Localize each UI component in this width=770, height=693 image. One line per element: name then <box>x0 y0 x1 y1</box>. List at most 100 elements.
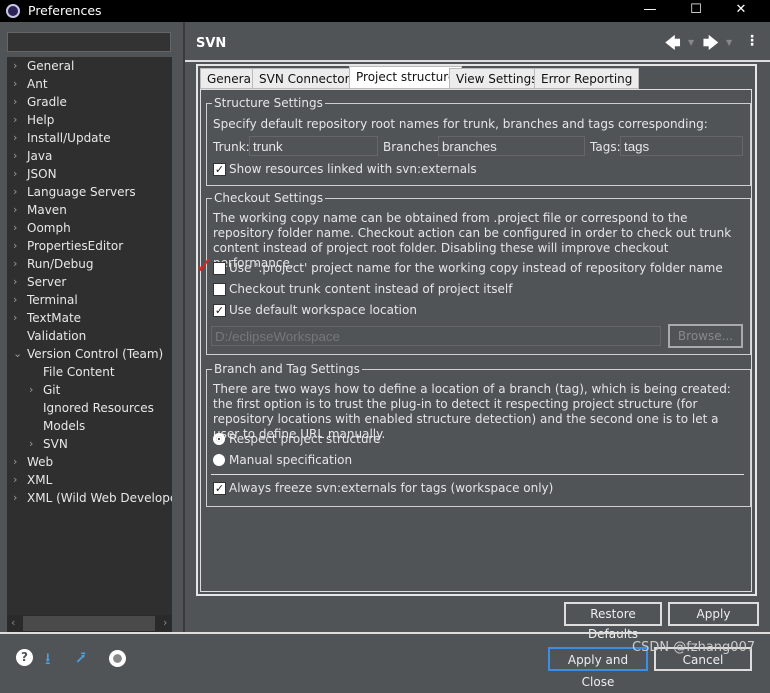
record-icon[interactable] <box>109 650 126 667</box>
scrollbar-thumb[interactable] <box>23 616 155 631</box>
checkout-trunk-checkbox[interactable] <box>213 283 226 296</box>
tree-item[interactable]: ⌄ Version Control (Team) <box>13 345 163 363</box>
chevron-right-icon[interactable]: › <box>13 129 17 147</box>
watermark: CSDN @fzhang007 <box>632 640 756 655</box>
tree-item-label: Web <box>27 455 54 469</box>
tab-svn-connector[interactable]: SVN Connector <box>252 68 357 89</box>
use-project-name-checkbox[interactable] <box>213 262 226 275</box>
sash-divider[interactable] <box>183 22 185 632</box>
export-icon[interactable]: ⭷ <box>76 648 86 675</box>
browse-button[interactable]: Browse... <box>668 324 743 348</box>
branches-input[interactable] <box>438 136 585 156</box>
trunk-input[interactable] <box>249 136 378 156</box>
chevron-right-icon[interactable]: › <box>13 201 17 219</box>
default-workspace-checkbox[interactable]: ✓ <box>213 304 226 317</box>
chevron-right-icon[interactable]: › <box>13 291 17 309</box>
arrow-left-icon[interactable]: 🡄 <box>665 33 681 58</box>
tree-item[interactable]: › Ant <box>13 75 48 93</box>
forward-dropdown-icon[interactable]: ▼ <box>726 38 732 47</box>
chevron-right-icon[interactable]: › <box>13 489 17 507</box>
tree-item-label: Maven <box>27 203 67 217</box>
tree-item-label: Ant <box>27 77 48 91</box>
scroll-right-icon[interactable]: › <box>163 616 167 629</box>
chevron-right-icon[interactable]: › <box>13 183 17 201</box>
annotation-checkmark: ✓ <box>195 254 214 279</box>
tree-item[interactable]: › XML (Wild Web Developer) <box>13 489 172 507</box>
tab-project-structure[interactable]: Project structure <box>349 66 463 89</box>
filter-input[interactable] <box>7 32 171 52</box>
freeze-externals-label: Always freeze svn:externals for tags (wo… <box>229 481 554 495</box>
chevron-right-icon[interactable]: › <box>13 309 17 327</box>
tags-input[interactable] <box>620 136 743 156</box>
tree-item[interactable]: › Java <box>13 147 52 165</box>
show-externals-checkbox[interactable]: ✓ <box>213 163 226 176</box>
restore-defaults-button[interactable]: Restore Defaults <box>564 602 662 641</box>
workspace-location-input[interactable] <box>211 326 661 346</box>
maximize-button[interactable]: ☐ <box>673 0 719 22</box>
separator <box>211 474 744 475</box>
tree-item[interactable]: › Maven <box>13 201 67 219</box>
apply-button[interactable]: Apply <box>668 602 759 626</box>
tree-item[interactable]: › Run/Debug <box>13 255 94 273</box>
minimize-button[interactable]: — <box>627 0 673 22</box>
chevron-right-icon[interactable]: › <box>13 57 17 75</box>
tree-item-label: SVN <box>43 437 68 451</box>
scroll-left-icon[interactable]: ‹ <box>11 616 15 629</box>
chevron-right-icon[interactable]: › <box>13 75 17 93</box>
tree-item-label: TextMate <box>27 311 82 325</box>
tree-item[interactable]: › Oomph <box>13 219 71 237</box>
tree-item[interactable]: File Content <box>43 363 115 381</box>
manual-specification-radio[interactable] <box>213 454 225 466</box>
chevron-right-icon[interactable]: › <box>13 453 17 471</box>
chevron-right-icon[interactable]: › <box>13 237 17 255</box>
tree-item-label: Models <box>43 419 86 433</box>
group-title: Branch and Tag Settings <box>214 362 360 376</box>
chevron-right-icon[interactable]: › <box>13 273 17 291</box>
chevron-right-icon[interactable]: › <box>13 111 17 129</box>
tree-item[interactable]: › Help <box>13 111 54 129</box>
tree-item[interactable]: Ignored Resources <box>43 399 154 417</box>
chevron-right-icon[interactable]: › <box>29 381 33 399</box>
tree-item[interactable]: › PropertiesEditor <box>13 237 123 255</box>
tree-item[interactable]: › Install/Update <box>13 129 111 147</box>
arrow-right-icon[interactable]: 🡆 <box>703 33 719 58</box>
tree-item-label: XML <box>27 473 53 487</box>
chevron-right-icon[interactable]: › <box>13 471 17 489</box>
tab-error-reporting[interactable]: Error Reporting <box>534 68 640 89</box>
tree-item[interactable]: › Gradle <box>13 93 67 111</box>
tree-item-label: Ignored Resources <box>43 401 154 415</box>
tab-view-settings[interactable]: View Settings <box>449 68 545 89</box>
tree-item[interactable]: › Web <box>13 453 54 471</box>
tree-item[interactable]: › XML <box>13 471 53 489</box>
respect-structure-label: Respect project structure <box>229 432 381 446</box>
chevron-right-icon[interactable]: › <box>29 435 33 453</box>
kebab-menu-icon[interactable]: ⋮ <box>745 33 759 49</box>
chevron-right-icon[interactable]: › <box>13 219 17 237</box>
tree-item[interactable]: › SVN <box>29 435 68 453</box>
tree-item[interactable]: › Server <box>13 273 66 291</box>
tree-item[interactable]: Models <box>43 417 85 435</box>
back-dropdown-icon[interactable]: ▼ <box>688 38 694 47</box>
tree-item[interactable]: › JSON <box>13 165 57 183</box>
chevron-right-icon[interactable]: › <box>13 93 17 111</box>
chevron-right-icon[interactable]: › <box>13 147 17 165</box>
tags-label: Tags: <box>590 140 621 154</box>
close-button[interactable]: ✕ <box>718 0 764 22</box>
import-icon[interactable]: ⭳ <box>45 648 51 675</box>
show-externals-label: Show resources linked with svn:externals <box>229 162 477 176</box>
tree-item[interactable]: › Terminal <box>13 291 78 309</box>
chevron-right-icon[interactable]: › <box>13 165 17 183</box>
tree-item[interactable]: › Git <box>29 381 60 399</box>
eclipse-logo-icon <box>6 4 20 18</box>
freeze-externals-checkbox[interactable]: ✓ <box>213 482 226 495</box>
chevron-right-icon[interactable]: › <box>13 255 17 273</box>
respect-structure-radio[interactable] <box>213 433 225 445</box>
tree-item[interactable]: › TextMate <box>13 309 82 327</box>
checkout-trunk-label: Checkout trunk content instead of projec… <box>229 282 513 296</box>
help-icon[interactable]: ? <box>16 649 33 666</box>
default-workspace-label: Use default workspace location <box>229 303 417 317</box>
tree-item[interactable]: › Language Servers <box>13 183 136 201</box>
chevron-down-icon[interactable]: ⌄ <box>13 345 22 363</box>
tree-item[interactable]: › General <box>13 57 74 75</box>
tree-item[interactable]: Validation <box>27 327 86 345</box>
